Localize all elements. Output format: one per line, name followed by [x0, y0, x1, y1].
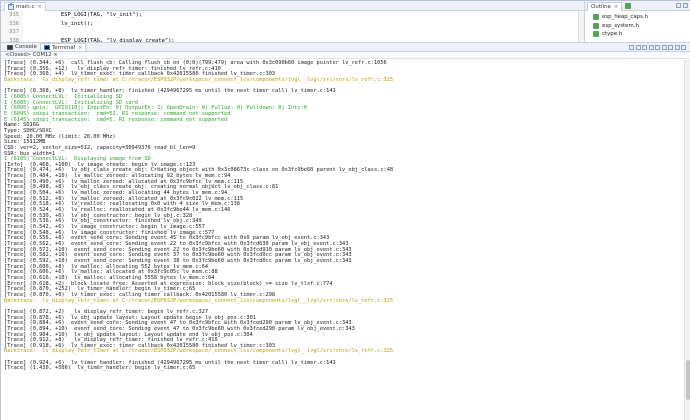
log-prefix: Backtrace: — [4, 297, 36, 304]
close-icon[interactable]: × — [614, 4, 618, 10]
editor-scrollbar[interactable] — [578, 11, 584, 42]
include-icon — [593, 30, 599, 37]
code-line[interactable]: 337 — [1, 28, 584, 37]
editor-tabbar: main.c × — [1, 1, 584, 11]
outline-item[interactable]: esp_heap_caps.h — [593, 13, 690, 21]
console-toolbar — [629, 44, 690, 50]
code-text: ESP_LOGI(TAG, "lv_init"); — [35, 12, 143, 18]
outline-item[interactable]: esp_system.h — [593, 21, 690, 29]
line-number: 336 — [1, 19, 23, 29]
tab-build-targets[interactable] — [622, 2, 634, 11]
line-number: 335 — [1, 11, 23, 20]
log-prefix: [Trace] (1.430, +506) — [4, 365, 71, 372]
line-number: 337 — [1, 28, 23, 37]
outline-item-label: esp_heap_caps.h — [602, 14, 649, 21]
terminal-output[interactable]: [Trace] (0.344, +6) call_flush_cb: Calli… — [1, 60, 684, 420]
tab-main-c[interactable]: main.c × — [4, 1, 46, 11]
minimize-icon[interactable] — [683, 3, 688, 8]
outline-item[interactable]: ctype.h — [593, 30, 690, 38]
include-icon — [593, 14, 599, 21]
log-message: lv_display_refr_timer at C:/tracer/ESP03… — [42, 348, 394, 355]
outline-tabbar: Outline × — [585, 1, 690, 11]
outline-item-label: ctype.h — [602, 30, 623, 37]
scrollbar-thumb[interactable] — [686, 360, 690, 400]
tab-console[interactable]: Console — [4, 43, 40, 51]
outline-toolbar — [676, 3, 688, 8]
build-targets-icon — [625, 3, 632, 9]
log-message: lv_timer_handler: begin lv_timer.c:65 — [77, 365, 196, 372]
code-line[interactable]: 336 lv_init(); — [1, 19, 584, 29]
tab-terminal[interactable]: Terminal × — [39, 43, 87, 51]
log-prefix: Backtrace: — [4, 348, 36, 355]
disconnect-icon[interactable] — [635, 44, 641, 50]
log-message: lv_display_refr_timer at C:/tracer/ESP03… — [42, 297, 394, 304]
tab-outline[interactable]: Outline × — [587, 1, 623, 11]
terminal-icon — [43, 45, 50, 50]
code-area[interactable]: 335 ESP_LOGI(TAG, "lv_init"); 336 lv_init… — [1, 11, 584, 46]
view-menu-icon[interactable] — [668, 44, 673, 50]
tab-label: main.c — [16, 3, 35, 10]
outline-panel: Outline × esp_heap_caps.h esp_system.h c… — [585, 1, 690, 42]
console-tabbar: Console Terminal × — [1, 43, 690, 52]
console-panel: Console Terminal × <Closed> COM12 × [Tra… — [1, 42, 690, 420]
sort-icon[interactable] — [676, 3, 681, 8]
ide-window: main.c × 335 ESP_LOGI(TAG, "lv_init");33… — [0, 0, 690, 420]
terminal-scrollbar[interactable] — [684, 60, 690, 420]
connect-icon[interactable] — [629, 44, 634, 50]
log-message: cmd=5, R1 response: command not supporte… — [96, 116, 228, 123]
minimize-icon[interactable] — [674, 44, 680, 50]
terminal-session-title: <Closed> COM12 × — [1, 52, 690, 59]
close-icon[interactable]: × — [38, 4, 42, 10]
close-icon[interactable]: × — [78, 45, 82, 51]
maximize-icon[interactable] — [681, 44, 686, 50]
code-text: lv_init(); — [35, 20, 94, 27]
code-line[interactable]: 335 ESP_LOGI(TAG, "lv_init"); — [1, 11, 584, 20]
c-file-icon — [8, 2, 14, 10]
outline-item-label: esp_system.h — [602, 22, 639, 29]
tab-label: Terminal — [51, 44, 76, 51]
log-prefix: Backtrace: — [4, 76, 36, 83]
clear-icon[interactable] — [648, 44, 654, 50]
tab-label: Console — [15, 44, 37, 50]
log-message: lv_display_refr_timer at C:/tracer/ESP03… — [42, 76, 394, 83]
scroll-lock-icon[interactable] — [655, 44, 660, 50]
new-terminal-icon[interactable] — [661, 44, 667, 50]
outline-list: esp_heap_caps.h esp_system.h ctype.h — [585, 11, 690, 38]
tab-label: Outline — [591, 3, 611, 10]
include-icon — [593, 22, 599, 29]
log-line: [Trace] (1.430, +506) lv_timer_handler: … — [4, 366, 684, 372]
code-editor: main.c × 335 ESP_LOGI(TAG, "lv_init");33… — [1, 1, 585, 46]
settings-icon[interactable] — [642, 44, 647, 50]
console-icon — [7, 44, 13, 50]
